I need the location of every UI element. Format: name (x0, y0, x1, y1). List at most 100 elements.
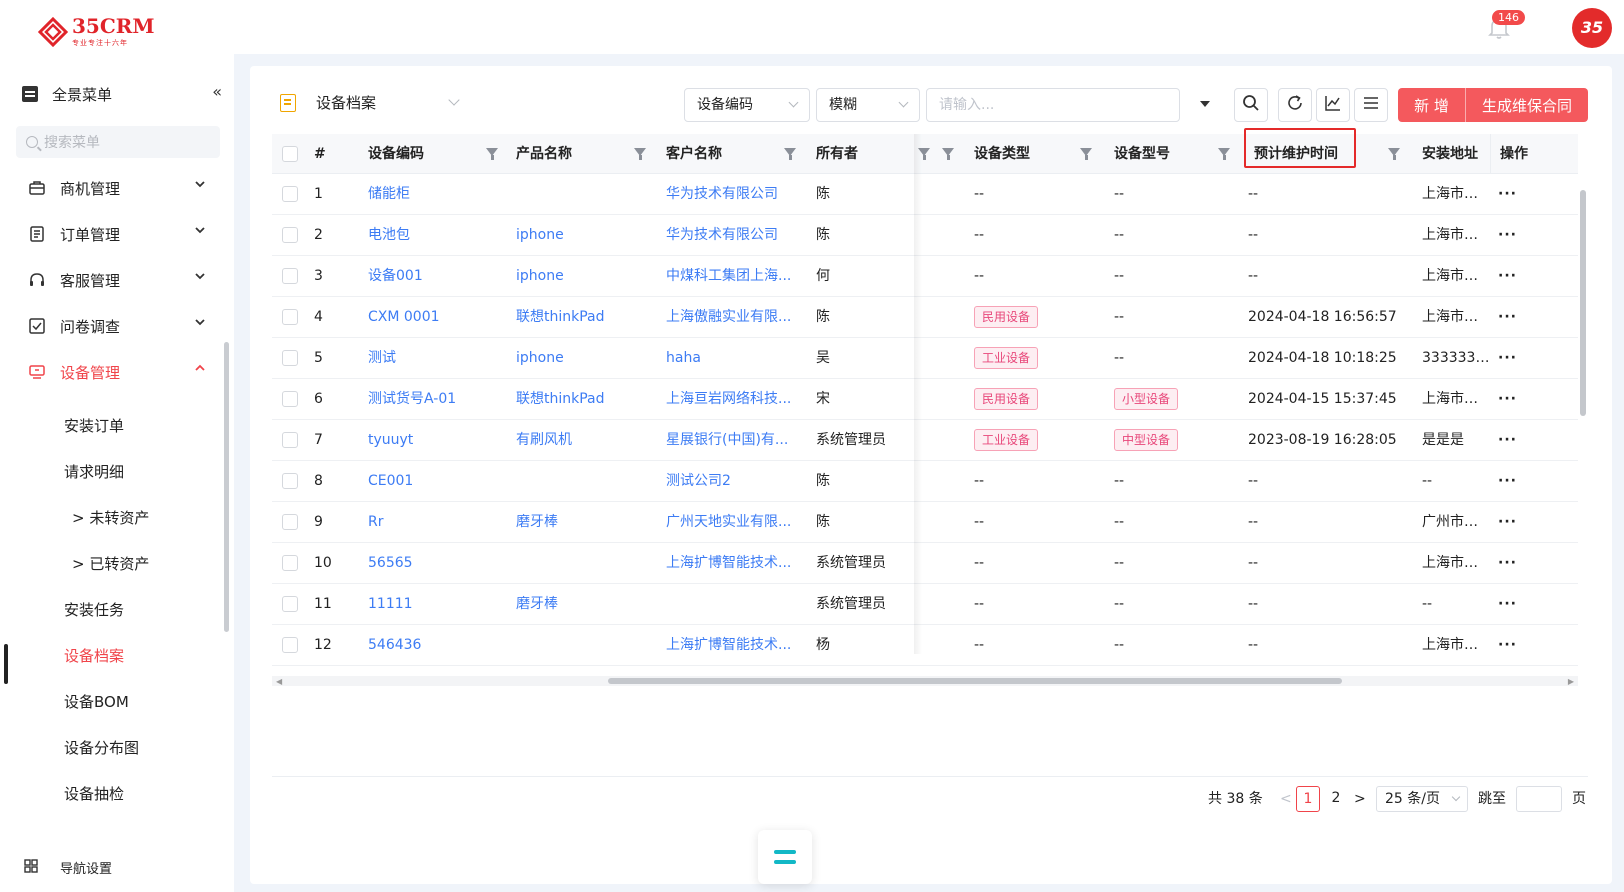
col-customer-name[interactable]: 客户名称 (666, 134, 722, 174)
cell-customer[interactable] (666, 584, 806, 625)
scroll-right-icon[interactable]: ▶ (1568, 677, 1574, 686)
more-actions-icon[interactable]: ··· (1498, 338, 1538, 379)
sidebar-item-survey[interactable]: 问卷调查 (28, 314, 206, 338)
cell-code[interactable]: 56565 (368, 543, 508, 584)
scroll-left-icon[interactable]: ◀ (276, 677, 282, 686)
row-checkbox[interactable] (282, 350, 298, 366)
sidebar-sub-install-order[interactable]: 安装订单 (64, 414, 124, 438)
vertical-scroll-thumb[interactable] (1580, 190, 1586, 416)
table-row[interactable]: 8 CE001 测试公司2 陈 -- -- -- -- ··· (272, 461, 1578, 502)
generate-contract-button[interactable]: 生成维保合同 (1466, 88, 1588, 122)
cell-product[interactable]: iphone (516, 256, 656, 297)
horizontal-scrollbar[interactable]: ◀ ▶ (272, 676, 1578, 686)
sidebar-sub-device-archive[interactable]: 设备档案 (64, 644, 124, 668)
cell-code[interactable]: 546436 (368, 625, 508, 666)
cell-product[interactable] (516, 543, 656, 584)
filter-icon[interactable] (486, 148, 498, 160)
add-button[interactable]: 新 增 (1398, 88, 1466, 122)
page-1-button[interactable]: 1 (1296, 786, 1320, 812)
logo[interactable]: 35CRM 专业专注十六年 (38, 16, 155, 48)
more-actions-icon[interactable]: ··· (1498, 297, 1538, 338)
sidebar-sub-device-inspection[interactable]: 设备抽检 (64, 782, 124, 806)
row-checkbox[interactable] (282, 309, 298, 325)
row-checkbox[interactable] (282, 637, 298, 653)
cell-customer[interactable]: 上海扩博智能技术... (666, 625, 806, 666)
col-device-type[interactable]: 设备类型 (974, 134, 1030, 174)
cell-customer[interactable]: 华为技术有限公司 (666, 215, 806, 256)
floating-menu-button[interactable] (758, 830, 812, 884)
menu-search-input[interactable]: 搜索菜单 (16, 126, 220, 158)
table-row[interactable]: 11 11111 磨牙棒 系统管理员 -- -- -- -- ··· (272, 584, 1578, 625)
table-row[interactable]: 2 电池包 iphone 华为技术有限公司陈 -- -- -- 上海市金山 ··· (272, 215, 1578, 256)
filter-icon[interactable] (942, 148, 954, 160)
cell-code[interactable]: 测试 (368, 338, 508, 379)
cell-product[interactable]: 联想thinkPad (516, 379, 656, 420)
more-actions-icon[interactable]: ··· (1498, 379, 1538, 420)
cell-code[interactable]: 电池包 (368, 215, 508, 256)
table-row[interactable]: 12 546436 上海扩博智能技术... 杨 -- -- -- 上海市长宁 ··· (272, 625, 1578, 666)
cell-customer[interactable]: 测试公司2 (666, 461, 806, 502)
cell-customer[interactable]: 中煤科工集团上海... (666, 256, 806, 297)
filter-icon[interactable] (784, 148, 796, 160)
filter-icon[interactable] (1218, 148, 1230, 160)
search-input[interactable] (926, 88, 1180, 122)
table-row[interactable]: 1 储能柜 华为技术有限公司陈 -- -- -- 上海市金山 ··· (272, 174, 1578, 215)
cell-code[interactable]: tyuuyt (368, 420, 508, 461)
col-product-name[interactable]: 产品名称 (516, 134, 572, 174)
full-menu-header[interactable]: 全景菜单 « (22, 82, 222, 106)
prev-page-button[interactable]: < (1280, 786, 1292, 812)
more-actions-icon[interactable]: ··· (1498, 174, 1538, 215)
chart-button[interactable] (1316, 88, 1350, 122)
cell-code[interactable]: 测试货号A-01 (368, 379, 508, 420)
col-device-model[interactable]: 设备型号 (1114, 134, 1170, 174)
row-checkbox[interactable] (282, 555, 298, 571)
vertical-scrollbar[interactable] (1580, 176, 1586, 670)
next-page-button[interactable]: > (1354, 786, 1366, 812)
jump-page-input[interactable] (1516, 786, 1562, 812)
cell-code[interactable]: 设备001 (368, 256, 508, 297)
cell-product[interactable]: 磨牙棒 (516, 502, 656, 543)
cell-customer[interactable]: 上海扩博智能技术... (666, 543, 806, 584)
cell-code[interactable]: 储能柜 (368, 174, 508, 215)
cell-product[interactable] (516, 174, 656, 215)
more-actions-icon[interactable]: ··· (1498, 215, 1538, 256)
table-row[interactable]: 5 测试 iphone haha 吴 工业设备 -- 2024-04-18 10:18:25 3… (272, 338, 1578, 379)
cell-customer[interactable]: 上海亘岩网络科技... (666, 379, 806, 420)
more-actions-icon[interactable]: ··· (1498, 625, 1538, 666)
more-actions-icon[interactable]: ··· (1498, 502, 1538, 543)
more-actions-icon[interactable]: ··· (1498, 256, 1538, 297)
sidebar-scrollbar[interactable] (224, 342, 229, 632)
table-row[interactable]: 6 测试货号A-01 联想thinkPad 上海亘岩网络科技... 宋 民用设备 小型设备 2… (272, 379, 1578, 420)
cell-customer[interactable]: haha (666, 338, 806, 379)
field-select[interactable]: 设备编码 (684, 88, 810, 122)
cell-customer[interactable]: 广州天地实业有限... (666, 502, 806, 543)
more-actions-icon[interactable]: ··· (1498, 543, 1538, 584)
sidebar-sub-untransferred[interactable]: > 未转资产 (72, 506, 149, 530)
avatar[interactable]: 35 (1572, 8, 1612, 48)
cell-code[interactable]: 11111 (368, 584, 508, 625)
row-checkbox[interactable] (282, 473, 298, 489)
row-checkbox[interactable] (282, 227, 298, 243)
page-2-button[interactable]: 2 (1324, 786, 1348, 812)
row-checkbox[interactable] (282, 268, 298, 284)
view-selector[interactable]: 设备档案 (280, 92, 376, 113)
cell-product[interactable]: 磨牙棒 (516, 584, 656, 625)
refresh-button[interactable] (1278, 88, 1312, 122)
cell-product[interactable] (516, 625, 656, 666)
collapse-sidebar-icon[interactable]: « (212, 82, 222, 101)
cell-customer[interactable]: 星展银行(中国)有... (666, 420, 806, 461)
sidebar-item-device-management[interactable]: 设备管理 (28, 360, 206, 384)
filter-icon[interactable] (1388, 148, 1400, 160)
col-install-address[interactable]: 安装地址 (1422, 134, 1478, 174)
sidebar-item-opportunity[interactable]: 商机管理 (28, 176, 206, 200)
sidebar-sub-request-detail[interactable]: 请求明细 (64, 460, 124, 484)
more-actions-icon[interactable]: ··· (1498, 461, 1538, 502)
more-actions-icon[interactable]: ··· (1498, 584, 1538, 625)
sidebar-sub-transferred[interactable]: > 已转资产 (72, 552, 149, 576)
row-checkbox[interactable] (282, 186, 298, 202)
select-all-checkbox[interactable] (282, 146, 298, 162)
match-mode-select[interactable]: 模糊 (816, 88, 920, 122)
horizontal-scroll-thumb[interactable] (608, 678, 1342, 684)
sidebar-item-service[interactable]: 客服管理 (28, 268, 206, 292)
cell-code[interactable]: CE001 (368, 461, 508, 502)
